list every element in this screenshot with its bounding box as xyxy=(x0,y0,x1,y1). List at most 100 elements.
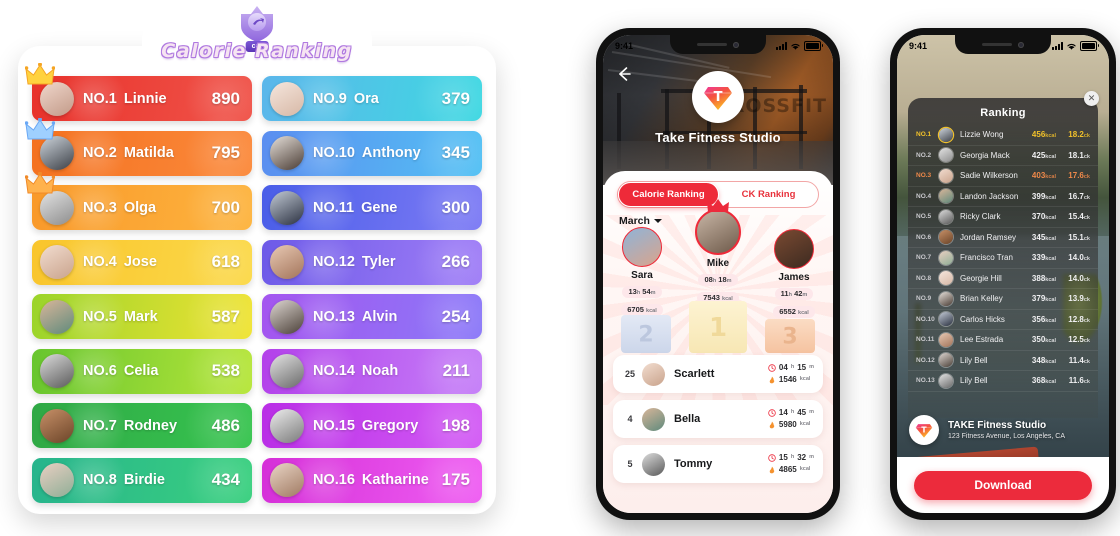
rank-row[interactable]: NO.9 Ora 379 xyxy=(262,58,492,136)
podium-block-3: 3 xyxy=(765,319,815,353)
podium-block-1: 1 xyxy=(689,301,747,353)
rank-row[interactable]: NO.16 Katharine 175 xyxy=(262,439,492,518)
avatar xyxy=(40,245,74,279)
rank-row[interactable]: NO.6 Celia 538 xyxy=(32,330,262,409)
table-row[interactable]: NO.10 Carlos Hicks 356kcal 12.8ck xyxy=(908,310,1098,330)
status-icons xyxy=(776,41,823,51)
wifi-icon xyxy=(1067,43,1076,50)
flame-icon xyxy=(769,376,775,384)
ck-value: 12.5ck xyxy=(1068,335,1090,345)
front-camera xyxy=(1018,41,1024,48)
rank-value: 211 xyxy=(442,361,470,380)
podium: Sara 13h 54m 6705 kcal Mike 08h 18m 7543… xyxy=(603,199,833,353)
list-stats: 14 h 45 m 5980 kcal xyxy=(768,407,814,430)
table-row[interactable]: NO.1 Lizzie Wong 456kcal 18.2ck xyxy=(908,125,1098,146)
flame-icon xyxy=(769,421,775,429)
rank-row[interactable]: NO.2 Matilda 795 xyxy=(25,112,262,191)
avatar xyxy=(642,362,665,386)
rank-row[interactable]: NO.10 Anthony 345 xyxy=(262,112,492,191)
user-name: Brian Kelley xyxy=(960,294,1003,304)
download-button[interactable]: Download xyxy=(914,470,1092,500)
table-row[interactable]: NO.3 Sadie Wilkerson 403kcal 17.6ck xyxy=(908,166,1098,187)
rank-value: 486 xyxy=(211,415,240,435)
tab-ck-ranking[interactable]: CK Ranking xyxy=(719,182,818,207)
podium-name: Sara xyxy=(631,270,653,281)
table-row[interactable]: NO.6 Jordan Ramsey 345kcal 15.1ck xyxy=(908,228,1098,248)
avatar xyxy=(642,452,665,476)
rank-row[interactable]: NO.3 Olga 700 xyxy=(25,167,262,245)
table-row[interactable]: NO.4 Landon Jackson 399kcal 16.7ck xyxy=(908,187,1098,207)
studio-info-card: T TAKE Fitness Studio 123 Fitness Avenue… xyxy=(897,407,1109,453)
user-name: Lily Bell xyxy=(960,376,988,386)
rank-number: NO.10 xyxy=(916,315,935,323)
rank-row[interactable]: NO.1 Linnie 890 xyxy=(25,58,262,136)
diamond-logo-icon: T xyxy=(915,424,933,438)
avatar xyxy=(40,463,74,497)
avatar xyxy=(40,299,74,334)
page-title: Calorie Ranking xyxy=(161,40,353,62)
rank-number: NO.16 xyxy=(313,472,355,488)
kcal-value: 356kcal xyxy=(1031,314,1056,324)
speaker-grill xyxy=(982,43,1012,46)
avatar xyxy=(939,353,953,368)
rank-column-left: NO.1 Linnie 890 NO.2 Matilda 795 NO.3 Olga 700 NO… xyxy=(25,58,262,518)
avatar xyxy=(695,199,741,255)
rank-row[interactable]: NO.11 Gene 300 xyxy=(262,167,492,245)
clock-icon xyxy=(768,454,776,462)
rank-number: NO.2 xyxy=(916,151,932,159)
rank-row[interactable]: NO.7 Rodney 486 xyxy=(32,385,262,463)
list-item[interactable]: 5 Tommy 15 h 32 m 4865 kcal xyxy=(613,445,823,483)
table-row[interactable]: NO.5 Ricky Clark 370kcal 15.4ck xyxy=(908,207,1098,228)
rank-number: NO.12 xyxy=(313,254,355,270)
rank-number: NO.8 xyxy=(916,274,932,282)
rank-row[interactable]: NO.15 Gregory 198 xyxy=(262,385,492,463)
back-arrow-icon[interactable] xyxy=(615,65,633,83)
rank-name: Gene xyxy=(361,199,398,216)
rank-value: 198 xyxy=(441,415,470,435)
kcal-value: 388kcal xyxy=(1031,273,1056,283)
front-camera xyxy=(733,41,739,48)
rank-row[interactable]: NO.13 Alvin 254 xyxy=(262,276,492,354)
user-name: Lee Estrada xyxy=(960,335,1004,345)
ck-value: 14.0ck xyxy=(1068,273,1090,283)
rank-number: NO.11 xyxy=(916,336,935,344)
table-row[interactable]: NO.12 Lily Bell 348kcal 11.4ck xyxy=(908,351,1098,371)
list-item[interactable]: 4 Bella 14 h 45 m 5980 kcal xyxy=(613,400,823,438)
ck-value: 15.4ck xyxy=(1068,212,1090,222)
studio-name-label: Take Fitness Studio xyxy=(655,130,781,145)
list-item[interactable]: 25 Scarlett 04 h 15 m 1546 kcal xyxy=(613,355,823,393)
list-name: Bella xyxy=(674,413,701,425)
avatar xyxy=(939,291,953,306)
rank-name: Mark xyxy=(123,308,158,325)
rank-row[interactable]: NO.5 Mark 587 xyxy=(32,276,262,354)
avatar xyxy=(270,354,304,388)
avatar xyxy=(939,189,953,204)
tab-calorie-ranking[interactable]: Calorie Ranking xyxy=(618,182,719,207)
phone-middle-screen: CROSSFIT T Take Fitness Studio Calorie R… xyxy=(603,35,833,513)
table-row[interactable]: NO.2 Georgia Mack 425kcal 18.1ck xyxy=(908,146,1098,166)
ck-value: 14.0ck xyxy=(1068,253,1090,263)
table-row[interactable]: NO.11 Lee Estrada 350kcal 12.5ck xyxy=(908,330,1098,351)
rank-number: NO.5 xyxy=(916,213,932,221)
table-row[interactable]: NO.8 Georgie Hill 388kcal 14.0ck xyxy=(908,269,1098,289)
table-row[interactable]: NO.9 Brian Kelley 379kcal 13.9ck xyxy=(908,289,1098,310)
avatar xyxy=(939,127,953,142)
user-name: Ricky Clark xyxy=(960,212,1001,222)
status-icons xyxy=(1052,41,1099,51)
calorie-ranking-panel: cal Calorie Ranking NO.1 Linnie 890 NO.2 Mat… xyxy=(18,6,496,518)
list-stats: 15 h 32 m 4865 kcal xyxy=(768,452,814,475)
table-row[interactable]: NO.7 Francisco Tran 339kcal 14.0ck xyxy=(908,248,1098,269)
rank-name: Matilda xyxy=(123,145,174,161)
signal-icon xyxy=(776,42,787,50)
rank-row[interactable]: NO.4 Jose 618 xyxy=(32,221,262,300)
rank-row[interactable]: NO.12 Tyler 266 xyxy=(262,221,492,300)
table-row[interactable]: NO.13 Lily Bell 368kcal 11.6ck xyxy=(908,371,1098,392)
rank-row[interactable]: NO.8 Birdie 434 xyxy=(32,439,262,518)
status-time: 9:41 xyxy=(909,41,928,51)
close-icon[interactable]: ✕ xyxy=(1084,91,1099,106)
rank-row[interactable]: NO.14 Noah 211 xyxy=(262,330,492,409)
rank-number: NO.11 xyxy=(313,199,355,216)
ranking-list: 25 Scarlett 04 h 15 m 1546 kcal 4 Bella 14 h 45 m 5… xyxy=(613,355,823,513)
rank-number: NO.3 xyxy=(916,172,932,180)
rank-name: Linnie xyxy=(123,90,167,107)
